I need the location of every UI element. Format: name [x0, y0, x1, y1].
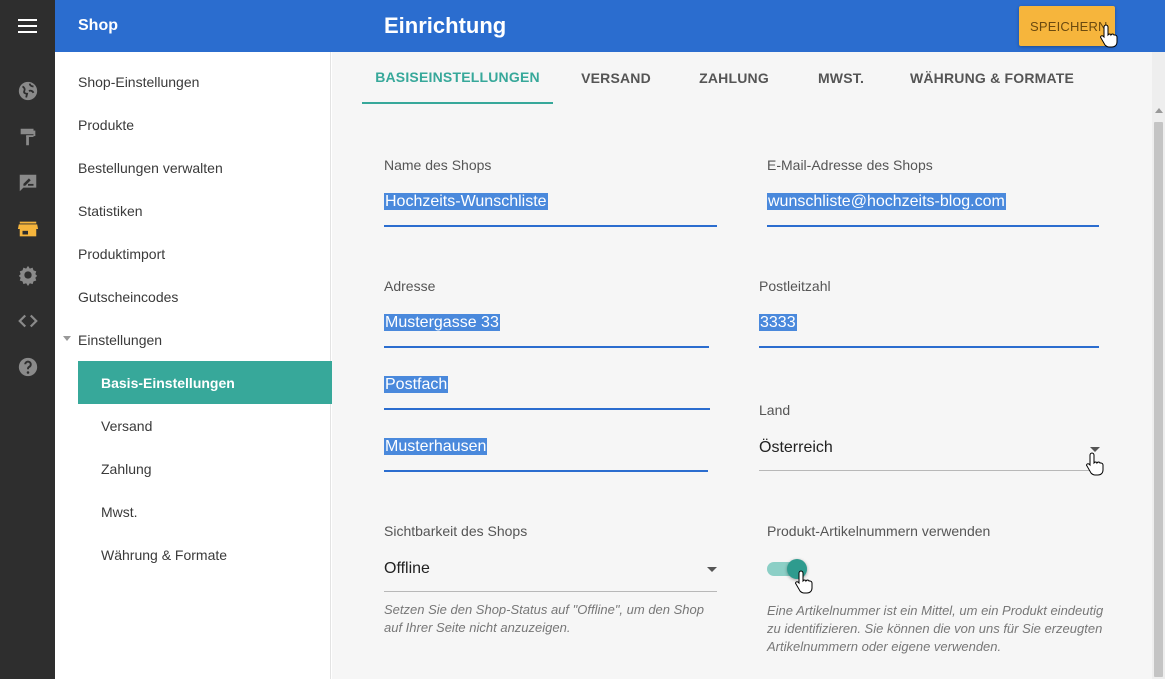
- sidebar: Shop-Einstellungen Produkte Bestellungen…: [55, 52, 332, 679]
- globe-icon[interactable]: [0, 76, 55, 106]
- scroll-up-arrow-icon[interactable]: [1155, 108, 1163, 113]
- scrollbar-thumb[interactable]: [1154, 122, 1163, 677]
- shop-email-underline: [767, 225, 1099, 227]
- menu-icon[interactable]: [0, 0, 55, 52]
- sidebar-subitem-basis-einstellungen[interactable]: Basis-Einstellungen: [78, 361, 332, 404]
- sidebar-item-label: Einstellungen: [78, 331, 163, 348]
- city-underline: [384, 470, 708, 472]
- sidebar-item-produktimport[interactable]: Produktimport: [78, 232, 165, 275]
- address-underline: [384, 346, 709, 348]
- sidebar-subitem-waehrung[interactable]: Währung & Formate: [78, 533, 332, 576]
- main-content: BASISEINSTELLUNGEN VERSAND ZAHLUNG MWST.…: [332, 52, 1152, 679]
- address-field[interactable]: Mustergasse 33: [384, 314, 500, 332]
- sidebar-subitem-zahlung[interactable]: Zahlung: [78, 447, 332, 490]
- shop-email-field[interactable]: wunschliste@hochzeits-blog.com: [767, 193, 1006, 211]
- tab-versand[interactable]: VERSAND: [572, 52, 660, 104]
- shop-name-label: Name des Shops: [384, 157, 492, 173]
- caret-down-icon: [63, 336, 71, 341]
- code-icon[interactable]: [0, 306, 55, 336]
- visibility-hint: Setzen Sie den Shop-Status auf "Offline"…: [384, 602, 704, 635]
- hand-cursor-icon: [1086, 452, 1104, 476]
- address-label: Adresse: [384, 278, 436, 294]
- store-icon[interactable]: [0, 214, 55, 244]
- visibility-underline: [384, 591, 717, 592]
- top-bar: Shop Einrichtung SPEICHERN: [55, 0, 1165, 52]
- zip-label: Postleitzahl: [759, 278, 831, 294]
- zip-field[interactable]: 3333: [759, 314, 797, 332]
- sku-hint: Eine Artikelnummer ist ein Mittel, um ei…: [767, 603, 1104, 654]
- zip-underline: [759, 346, 1099, 348]
- icon-rail: [0, 0, 55, 679]
- sidebar-item-statistiken[interactable]: Statistiken: [78, 189, 143, 232]
- tab-basiseinstellungen[interactable]: BASISEINSTELLUNGEN: [362, 52, 553, 104]
- sidebar-item-produkte[interactable]: Produkte: [78, 103, 134, 146]
- sidebar-item-gutscheincodes[interactable]: Gutscheincodes: [78, 275, 178, 318]
- sidebar-item-bestellungen[interactable]: Bestellungen verwalten: [78, 146, 223, 189]
- shop-name-field[interactable]: Hochzeits-Wunschliste: [384, 193, 548, 211]
- hand-cursor-icon: [1100, 24, 1118, 48]
- country-underline: [759, 470, 1099, 471]
- city-field[interactable]: Musterhausen: [384, 438, 488, 456]
- tab-zahlung[interactable]: ZAHLUNG: [690, 52, 778, 104]
- edit-note-icon[interactable]: [0, 168, 55, 198]
- country-select[interactable]: Österreich: [759, 439, 833, 457]
- shop-name-underline: [384, 225, 717, 227]
- po-box-field[interactable]: Postfach: [384, 376, 449, 394]
- country-label: Land: [759, 402, 791, 418]
- sidebar-item-einstellungen[interactable]: Einstellungen: [63, 318, 163, 361]
- help-icon[interactable]: [0, 352, 55, 382]
- visibility-label: Sichtbarkeit des Shops: [384, 523, 528, 539]
- shop-name[interactable]: Shop: [78, 17, 118, 35]
- po-box-underline: [384, 408, 710, 410]
- sidebar-subitem-versand[interactable]: Versand: [78, 404, 332, 447]
- visibility-select[interactable]: Offline: [384, 560, 430, 578]
- sidebar-item-shop-einstellungen[interactable]: Shop-Einstellungen: [78, 60, 199, 103]
- hand-cursor-icon: [795, 570, 813, 594]
- gear-icon[interactable]: [0, 260, 55, 290]
- shop-email-label: E-Mail-Adresse des Shops: [767, 157, 933, 173]
- paint-roller-icon[interactable]: [0, 122, 55, 152]
- scrollbar[interactable]: [1152, 52, 1165, 679]
- visibility-dropdown-arrow-icon[interactable]: [707, 567, 717, 572]
- tab-mwst[interactable]: MWST.: [809, 52, 873, 104]
- tab-waehrung-formate[interactable]: WÄHRUNG & FORMATE: [907, 52, 1077, 104]
- sidebar-subitem-mwst[interactable]: Mwst.: [78, 490, 332, 533]
- sku-label: Produkt-Artikelnummern verwenden: [767, 523, 991, 539]
- page-title: Einrichtung: [384, 13, 507, 38]
